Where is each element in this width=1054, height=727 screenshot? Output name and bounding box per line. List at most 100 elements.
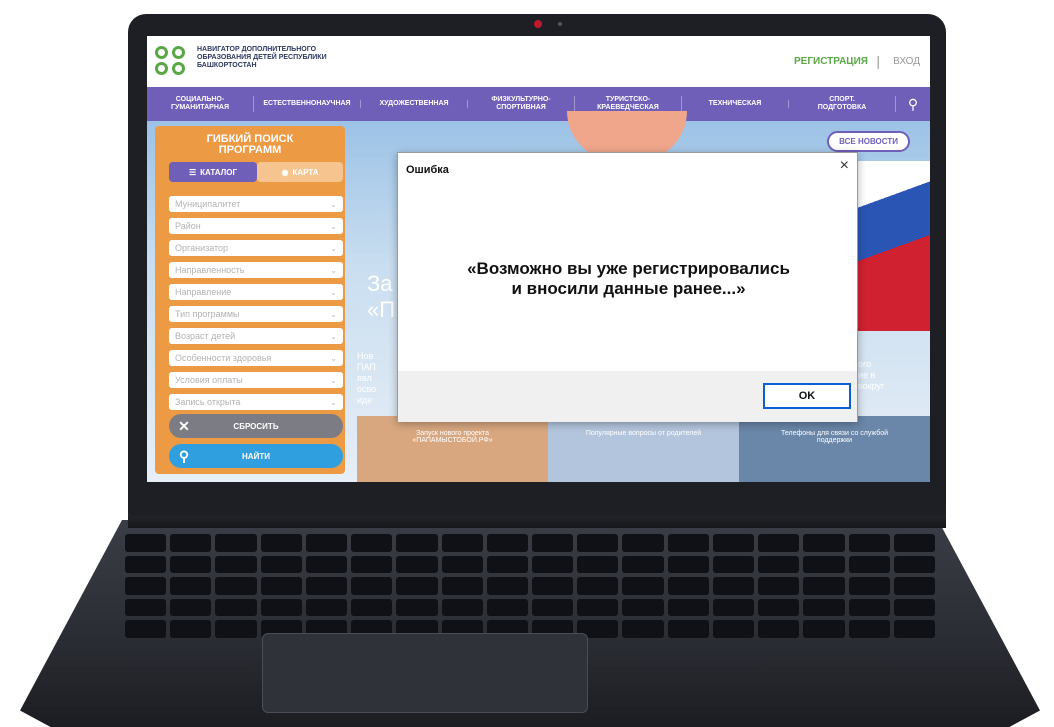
filter-select-organizer[interactable]: Организатор ⌄ — [169, 240, 343, 256]
filter-select-municipality[interactable]: Муниципалитет ⌄ — [169, 196, 343, 212]
keyboard-key — [441, 534, 483, 552]
keyboard-key — [486, 577, 528, 595]
header-separator: | — [876, 53, 880, 69]
news-card[interactable]: Запуск нового проекта «ПАПАМЫСТОБОЙ.РФ» — [357, 416, 548, 482]
all-news-button[interactable]: ВСЕ НОВОСТИ — [827, 131, 910, 152]
reset-button-label: СБРОСИТЬ — [233, 421, 279, 431]
filter-select-age[interactable]: Возраст детей ⌄ — [169, 328, 343, 344]
keyboard-key — [215, 620, 257, 638]
filter-select-payment[interactable]: Условия оплаты ⌄ — [169, 372, 343, 388]
nav-item-science[interactable]: ЕСТЕСТВЕННОНАУЧНАЯ — [254, 100, 361, 108]
nav-item-technical[interactable]: ТЕХНИЧЕСКАЯ — [682, 100, 789, 108]
chevron-down-icon: ⌄ — [330, 353, 337, 363]
keyboard-key — [486, 598, 528, 617]
keyboard-key — [848, 534, 890, 552]
logo-text-line: БАШКОРТОСТАН — [197, 62, 257, 69]
filter-select-direction[interactable]: Направление ⌄ — [169, 284, 343, 300]
filter-select-district[interactable]: Район ⌄ — [169, 218, 343, 234]
keyboard-key — [893, 577, 935, 595]
close-icon[interactable]: × — [840, 157, 849, 175]
laptop-touchpad — [262, 633, 588, 713]
nav-item-tourism[interactable]: ТУРИСТСКО- КРАЕВЕДЧЕСКАЯ — [575, 96, 682, 112]
keyboard-key — [893, 620, 935, 638]
find-button[interactable]: ⚲ НАЙТИ — [169, 444, 343, 468]
keyboard-key — [803, 534, 845, 552]
keyboard-key — [170, 598, 212, 617]
keyboard-key — [712, 598, 755, 617]
keyboard-key — [305, 555, 348, 574]
keyboard-key — [125, 534, 167, 552]
login-link[interactable]: ВХОД — [893, 56, 920, 67]
nav-item-sport[interactable]: ФИЗКУЛЬТУРНО- СПОРТИВНАЯ — [468, 96, 575, 112]
chevron-down-icon: ⌄ — [330, 331, 337, 341]
logo-text-line: ОБРАЗОВАНИЯ ДЕТЕЙ РЕСПУБЛИКИ — [197, 54, 327, 61]
keyboard-key — [893, 598, 935, 617]
keyboard-key — [712, 620, 755, 638]
find-button-label: НАЙТИ — [242, 451, 270, 461]
keyboard-key — [622, 555, 664, 574]
news-card[interactable]: Телефоны для связи со службой поддержки — [739, 416, 930, 482]
dialog-footer: OK — [398, 371, 857, 422]
filter-label: Направление — [175, 287, 232, 297]
keyboard-key — [351, 598, 393, 617]
keyboard-key — [531, 577, 574, 595]
chevron-down-icon: ⌄ — [330, 199, 337, 209]
keyboard-key — [667, 555, 709, 574]
ok-button[interactable]: OK — [763, 383, 851, 409]
webcam-sensor — [558, 22, 562, 26]
register-link[interactable]: РЕГИСТРАЦИЯ — [794, 56, 868, 67]
filter-label: Возраст детей — [175, 331, 236, 341]
keyboard-key — [803, 598, 845, 617]
filter-select-focus[interactable]: Направленность ⌄ — [169, 262, 343, 278]
logo-text-line: НАВИГАТОР ДОПОЛНИТЕЛЬНОГО — [197, 46, 317, 53]
filter-select-program-type[interactable]: Тип программы ⌄ — [169, 306, 343, 322]
laptop-scene: НАВИГАТОР ДОПОЛНИТЕЛЬНОГО ОБРАЗОВАНИЯ ДЕ… — [0, 0, 1054, 727]
close-icon: ✕ — [178, 417, 190, 434]
keyboard-key — [396, 598, 438, 617]
reset-button[interactable]: ✕ СБРОСИТЬ — [169, 414, 343, 438]
keyboard-key — [396, 577, 438, 595]
tab-catalog[interactable]: ☰ КАТАЛОГ — [169, 162, 257, 182]
chevron-down-icon: ⌄ — [330, 287, 337, 297]
keyboard-key — [396, 555, 438, 574]
filter-label: Район — [175, 221, 201, 231]
filter-select-health[interactable]: Особенности здоровья ⌄ — [169, 350, 343, 366]
search-icon: ⚲ — [178, 447, 190, 464]
filter-list: Муниципалитет ⌄ Район ⌄ Организатор ⌄ Напра… — [169, 196, 343, 416]
filter-select-enrollment[interactable]: Запись открыта ⌄ — [169, 394, 343, 410]
laptop-keyboard — [125, 534, 935, 638]
keyboard-key — [170, 620, 212, 638]
nav-item-sport-training[interactable]: СПОРТ. ПОДГОТОВКА — [789, 96, 896, 112]
keyboard-key — [260, 598, 302, 617]
keyboard-key — [758, 555, 800, 574]
nav-item-social[interactable]: СОЦИАЛЬНО- ГУМАНИТАРНАЯ — [147, 96, 254, 112]
dialog-message: «Возможно вы уже регистрировались и внос… — [467, 259, 790, 298]
keyboard-key — [577, 555, 619, 574]
chevron-down-icon: ⌄ — [330, 221, 337, 231]
keyboard-key — [848, 598, 890, 617]
laptop-screen: НАВИГАТОР ДОПОЛНИТЕЛЬНОГО ОБРАЗОВАНИЯ ДЕ… — [147, 36, 930, 482]
filter-label: Тип программы — [175, 309, 240, 319]
tab-map[interactable]: ◉ КАРТА — [257, 162, 343, 182]
keyboard-key — [305, 534, 348, 552]
keyboard-key — [893, 555, 935, 574]
keyboard-key — [531, 598, 574, 617]
search-icon[interactable]: ⚲ — [896, 96, 930, 113]
hero-blurb-right: ого ие в вокруг — [858, 359, 885, 391]
news-card[interactable]: Популярные вопросы от родителей — [548, 416, 739, 482]
site-logo-text[interactable]: НАВИГАТОР ДОПОЛНИТЕЛЬНОГО ОБРАЗОВАНИЯ ДЕ… — [197, 46, 397, 70]
keyboard-key — [396, 534, 438, 552]
keyboard-key — [577, 577, 619, 595]
keyboard-key — [260, 555, 302, 574]
keyboard-key — [351, 577, 393, 595]
keyboard-key — [712, 555, 755, 574]
tab-catalog-label: КАТАЛОГ — [200, 167, 238, 177]
site-logo-icon[interactable] — [155, 46, 189, 78]
keyboard-key — [215, 534, 257, 552]
keyboard-key — [893, 534, 935, 552]
nav-item-art[interactable]: ХУДОЖЕСТВЕННАЯ — [361, 100, 468, 108]
filter-label: Условия оплаты — [175, 375, 243, 385]
map-pin-icon: ◉ — [281, 167, 289, 177]
keyboard-key — [215, 555, 257, 574]
keyboard-key — [486, 555, 528, 574]
